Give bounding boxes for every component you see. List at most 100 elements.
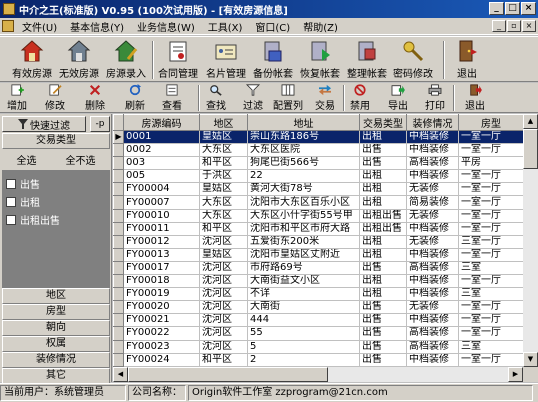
table-cell[interactable]: 大东区小什字街55号甲 [247, 209, 360, 223]
row-indicator[interactable] [113, 313, 124, 328]
scroll-down-button[interactable]: ▼ [523, 352, 538, 367]
configure-columns-button[interactable]: 配置列 [273, 84, 303, 112]
table-cell[interactable]: 沈河区 [199, 235, 248, 249]
table-cell[interactable]: 黄河大街78号 [247, 182, 360, 197]
table-cell[interactable]: 出租 [359, 182, 407, 197]
table-cell[interactable]: 皇姑区 [199, 130, 248, 145]
table-cell[interactable]: 出售 [359, 340, 407, 354]
checkbox[interactable] [6, 196, 16, 207]
table-cell[interactable]: 市府路69号 [247, 261, 360, 276]
table-cell[interactable]: 大东区医院 [247, 143, 360, 158]
table-cell[interactable]: 三室 [458, 287, 524, 302]
delete-button[interactable]: 删除 [85, 84, 105, 112]
row-indicator[interactable] [113, 143, 124, 158]
table-cell[interactable]: 出租 [359, 248, 407, 262]
backup-button[interactable]: 备份帐套 [253, 39, 293, 81]
table-cell[interactable]: 大东区 [199, 209, 248, 223]
row-indicator[interactable] [113, 169, 124, 184]
table-cell[interactable]: 出售 [359, 143, 407, 158]
category-trade-type[interactable]: 交易类型 [2, 133, 110, 149]
table-cell[interactable]: 一室一厅 [458, 195, 524, 210]
table-cell[interactable]: 出租 [359, 195, 407, 210]
table-cell[interactable]: 五爱街东200米 [247, 235, 360, 249]
horizontal-scrollbar[interactable]: ◀ ▶ [113, 367, 523, 382]
table-cell[interactable]: FY00019 [123, 287, 200, 302]
checkbox[interactable] [6, 214, 16, 225]
view-button[interactable]: 查看 [162, 84, 182, 112]
table-cell[interactable]: 平房 [458, 156, 524, 171]
table-cell[interactable]: 和平区 [199, 156, 248, 171]
table-cell[interactable]: 三室 [458, 340, 524, 354]
table-cell[interactable]: 沈河区 [199, 287, 248, 302]
table-cell[interactable]: 一室一厅 [458, 169, 524, 184]
row-indicator[interactable] [113, 352, 124, 367]
find-button[interactable]: 查找 [206, 84, 226, 112]
table-cell[interactable]: 沈河区 [199, 313, 248, 328]
table-cell[interactable]: 出售 [359, 156, 407, 171]
table-cell[interactable]: 不详 [247, 287, 360, 302]
row-indicator[interactable] [113, 260, 124, 276]
mdi-restore-button[interactable]: ▫ [507, 20, 521, 32]
table-row[interactable]: FY00020 沈河区 大南街 出售 无装修 一室一厅 [113, 300, 524, 315]
table-cell[interactable]: 中档装修 [406, 353, 459, 367]
change-password-button[interactable]: 密码修改 [393, 39, 433, 81]
table-cell[interactable]: 出售 [359, 313, 407, 328]
table-cell[interactable]: 中档装修 [406, 130, 459, 145]
menu-help[interactable]: 帮助(Z) [298, 19, 346, 34]
table-cell[interactable]: 005 [123, 169, 200, 184]
row-indicator[interactable] [113, 287, 124, 302]
row-indicator[interactable] [113, 156, 124, 171]
select-none-button[interactable]: 全不选 [66, 152, 96, 167]
table-cell[interactable]: 中档装修 [406, 143, 459, 158]
table-cell[interactable]: 大东区 [199, 195, 248, 210]
table-cell[interactable]: 一室一厅 [458, 130, 524, 145]
disable-button[interactable]: 禁用 [350, 84, 370, 112]
table-cell[interactable]: 沈阳市大东区百乐小区 [247, 195, 360, 210]
table-cell[interactable]: 出售 [359, 326, 407, 341]
table-cell[interactable]: 出租 [359, 130, 407, 145]
option-sale[interactable]: 出售 [6, 176, 40, 191]
table-cell[interactable]: 22 [247, 169, 360, 184]
column-header[interactable]: 地区 [199, 114, 248, 131]
column-header[interactable]: 装修情况 [406, 114, 459, 131]
table-row[interactable]: FY00010 大东区 大东区小什字街55号甲 出租出售 无装修 一室一厅 [113, 208, 524, 223]
category-decoration[interactable]: 装修情况 [2, 352, 110, 368]
exit-main-button[interactable]: 退出 [455, 39, 479, 81]
table-cell[interactable]: 沈河区 [199, 261, 248, 276]
doc-icon[interactable] [2, 20, 14, 32]
table-cell[interactable]: FY00021 [123, 313, 200, 328]
table-cell[interactable]: 一室一厅 [458, 326, 524, 341]
table-cell[interactable]: 沈河区 [199, 340, 248, 354]
close-button[interactable]: × [521, 2, 536, 15]
table-cell[interactable]: FY00007 [123, 195, 200, 210]
table-cell[interactable]: FY00020 [123, 300, 200, 315]
table-row[interactable]: ▶ 0001 皇姑区 崇山东路186号 出租 中档装修 一室一厅 [113, 129, 524, 145]
table-cell[interactable]: 中档装修 [406, 169, 459, 184]
table-cell[interactable]: 崇山东路186号 [247, 130, 360, 145]
table-cell[interactable]: 一室一厅 [458, 353, 524, 367]
table-cell[interactable]: 简易装修 [406, 195, 459, 210]
menu-file[interactable]: 文件(U) [17, 19, 65, 34]
row-indicator[interactable] [113, 247, 124, 262]
invalid-listings-button[interactable]: 无效房源 [59, 39, 99, 81]
table-row[interactable]: 003 和平区 狗尾巴街566号 出售 高档装修 平房 [113, 156, 524, 171]
table-cell[interactable]: 一室一厅 [458, 300, 524, 315]
scroll-thumb[interactable] [523, 129, 538, 169]
table-cell[interactable]: 003 [123, 156, 200, 171]
table-cell[interactable]: 出租 [359, 287, 407, 302]
scroll-up-button[interactable]: ▲ [523, 114, 538, 129]
table-cell[interactable]: FY00004 [123, 182, 200, 197]
valid-listings-button[interactable]: 有效房源 [12, 39, 52, 81]
table-cell[interactable]: 中档装修 [406, 313, 459, 328]
table-row[interactable]: FY00018 沈河区 大南街益文小区 出租 中档装修 一室一厅 [113, 274, 524, 289]
contract-management-button[interactable]: 合同管理 [158, 39, 198, 81]
table-row[interactable]: FY00019 沈河区 不详 出租 中档装修 三室 [113, 287, 524, 302]
table-cell[interactable]: 无装修 [406, 182, 459, 197]
pin-button[interactable]: -p [90, 116, 110, 132]
table-cell[interactable]: 沈河区 [199, 300, 248, 315]
category-ownership[interactable]: 权属 [2, 336, 110, 352]
table-cell[interactable]: 出租 [359, 169, 407, 184]
table-cell[interactable]: FY00013 [123, 248, 200, 262]
table-cell[interactable]: 三室一厅 [458, 235, 524, 249]
menu-basic-info[interactable]: 基本信息(Y) [65, 19, 132, 34]
